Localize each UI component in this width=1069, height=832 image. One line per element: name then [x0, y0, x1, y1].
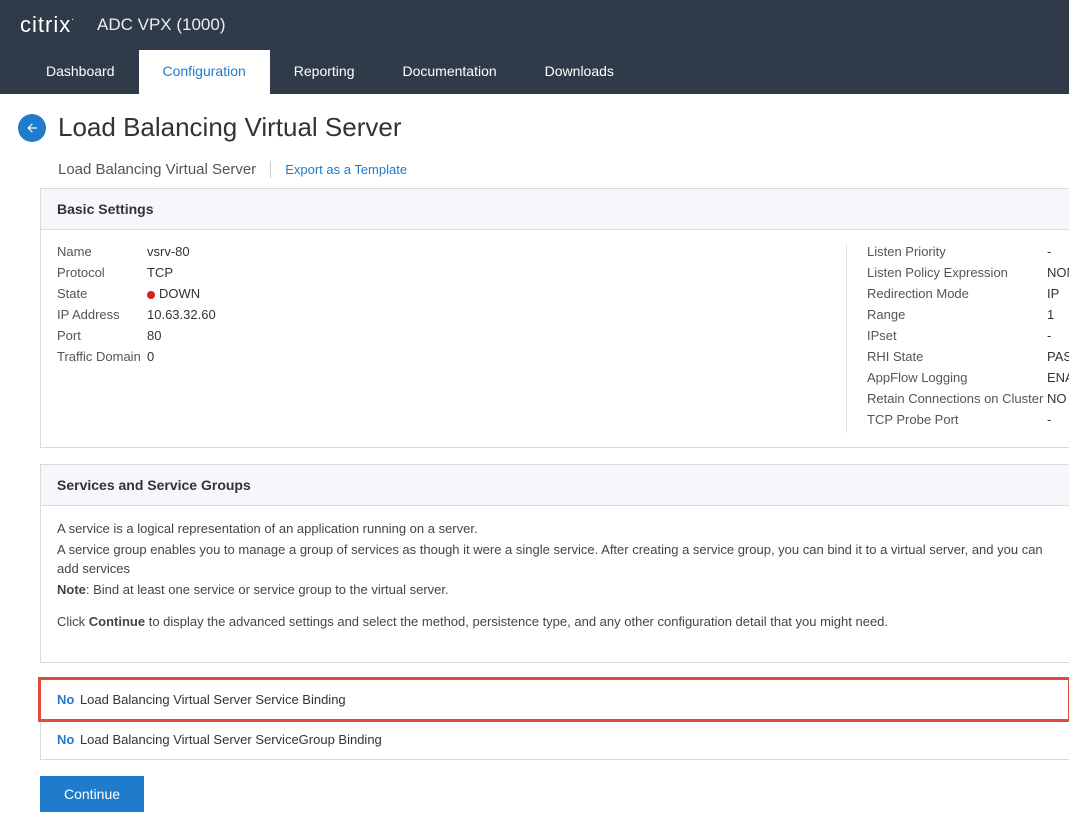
services-panel: Services and Service Groups A service is…	[40, 464, 1069, 663]
product-title: ADC VPX (1000)	[97, 15, 226, 35]
arrow-left-icon	[25, 121, 39, 135]
page-header: Load Balancing Virtual Server	[18, 112, 1069, 143]
page-title: Load Balancing Virtual Server	[58, 112, 402, 143]
services-body: A service is a logical representation of…	[41, 506, 1069, 662]
kv-retain-conn: Retain Connections on ClusterNO	[867, 391, 1069, 406]
services-continue-text: Click Continue to display the advanced s…	[57, 613, 1053, 632]
kv-rhi-state: RHI StatePASSIV	[867, 349, 1069, 364]
tab-documentation[interactable]: Documentation	[378, 50, 520, 94]
top-header: citrix. ADC VPX (1000)	[0, 0, 1069, 50]
kv-listen-priority: Listen Priority-	[867, 244, 1069, 259]
basic-settings-body: Namevsrv-80 ProtocolTCP StateDOWN IP Add…	[41, 230, 1069, 447]
kv-redirection: Redirection ModeIP	[867, 286, 1069, 301]
nav-tabs: Dashboard Configuration Reporting Docume…	[0, 50, 1069, 94]
kv-appflow: AppFlow LoggingENABL	[867, 370, 1069, 385]
basic-settings-right: Listen Priority- Listen Policy Expressio…	[847, 244, 1069, 433]
tab-reporting[interactable]: Reporting	[270, 50, 379, 94]
services-header: Services and Service Groups	[41, 465, 1069, 506]
service-binding-row[interactable]: No Load Balancing Virtual Server Service…	[40, 679, 1069, 720]
servicegroup-binding-row[interactable]: No Load Balancing Virtual Server Service…	[40, 720, 1069, 760]
kv-ip: IP Address10.63.32.60	[57, 307, 826, 322]
status-dot-icon	[147, 291, 155, 299]
kv-name: Namevsrv-80	[57, 244, 826, 259]
tab-configuration[interactable]: Configuration	[139, 50, 270, 94]
kv-tcp-probe: TCP Probe Port-	[867, 412, 1069, 427]
kv-ipset: IPset-	[867, 328, 1069, 343]
basic-settings-panel: Basic Settings Namevsrv-80 ProtocolTCP S…	[40, 188, 1069, 448]
services-note: Note: Bind at least one service or servi…	[57, 581, 1053, 600]
basic-settings-left: Namevsrv-80 ProtocolTCP StateDOWN IP Add…	[57, 244, 847, 433]
tab-downloads[interactable]: Downloads	[521, 50, 638, 94]
tab-dashboard[interactable]: Dashboard	[22, 50, 139, 94]
kv-listen-policy: Listen Policy ExpressionNONE	[867, 265, 1069, 280]
kv-range: Range1	[867, 307, 1069, 322]
export-template-link[interactable]: Export as a Template	[285, 162, 407, 177]
basic-settings-header: Basic Settings	[41, 189, 1069, 230]
kv-state: StateDOWN	[57, 286, 826, 301]
breadcrumb-row: Load Balancing Virtual Server Export as …	[58, 161, 1069, 178]
kv-traffic-domain: Traffic Domain0	[57, 349, 826, 364]
back-button[interactable]	[18, 114, 46, 142]
continue-button[interactable]: Continue	[40, 776, 144, 812]
breadcrumb: Load Balancing Virtual Server	[58, 161, 271, 178]
services-desc-1: A service is a logical representation of…	[57, 520, 1053, 539]
kv-protocol: ProtocolTCP	[57, 265, 826, 280]
page-content: Load Balancing Virtual Server Load Balan…	[0, 94, 1069, 832]
citrix-logo: citrix.	[20, 12, 75, 38]
kv-port: Port80	[57, 328, 826, 343]
services-desc-2: A service group enables you to manage a …	[57, 541, 1053, 579]
